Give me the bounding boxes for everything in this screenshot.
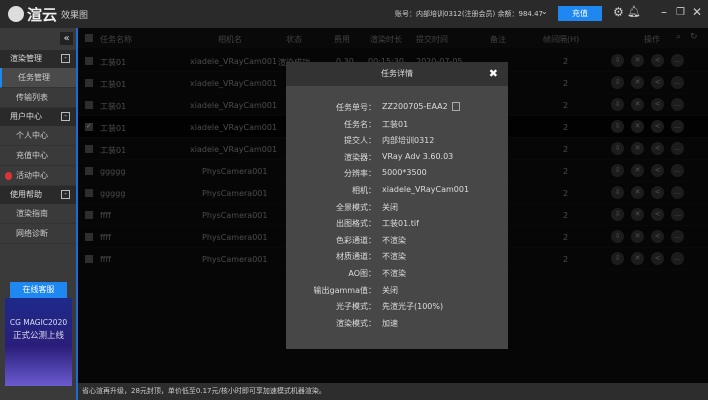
sidebar-item-label: 活动中心 [16,171,48,180]
group-label: 渲染管理 [10,54,42,63]
notice-bar: 省心渲再升级，28元封顶，单价低至0.17元/核小时即可享加速模式机器渲染。 [78,383,708,400]
field-label: 输出gamma值： [313,285,376,295]
promo-banner[interactable]: CG MAGIC2020 正式公测上线 [5,298,72,386]
bell-icon[interactable]: 🔔︎ [627,5,641,18]
sidebar-item-label: 传输列表 [16,93,48,102]
field-value: 关闭 [382,202,398,212]
logo: 渲云 效果图 [8,4,88,25]
group-label: 用户中心 [10,112,42,121]
field-label: 相机： [352,186,376,195]
field-value: 不渲染 [382,235,406,245]
field-label: 分辨率： [344,169,376,179]
brand-name: 渲云 [27,5,58,24]
sidebar-item-transfer-list[interactable]: 传输列表 [0,88,76,108]
field-value: xiadele_VRayCam001 [382,185,470,194]
field-label: 全景模式： [336,202,376,212]
title-bar: 渲云 效果图 账号：内部培训0312(注册会员) 余额：984.47 ⌄ 充值 … [0,0,708,28]
field-label: 出图格式： [336,219,376,229]
field-label: 渲染器： [344,152,376,162]
sidebar-item-recharge-center[interactable]: 充值中心 [0,146,76,166]
task-detail-modal: 任务详情 ✖ 任务单号： ZZ200705-EAA2 任务名： 工装01 提交人： 内部培… [286,62,508,349]
field-label: 色彩通道： [336,235,376,245]
flame-icon [5,172,12,180]
modal-title: 任务详情 [381,69,413,78]
sidebar-item-personal-center[interactable]: 个人中心 [0,126,76,146]
sidebar-item-label: 任务管理 [18,73,50,82]
logo-icon [8,6,24,22]
collapse-sidebar-icon[interactable]: « [60,32,73,45]
field-value: 关闭 [382,285,398,295]
banner-line2: 正式公测上线 [12,331,64,341]
group-label: 使用帮助 [10,190,42,199]
copy-icon[interactable] [451,102,460,111]
sidebar-item-label: 个人中心 [16,131,48,140]
restore-icon[interactable]: ❐ [676,7,685,18]
field-value: 内部培训0312 [382,136,435,146]
field-value: VRay Adv 3.60.03 [382,151,454,161]
sidebar-item-label: 渲染指南 [16,209,48,218]
account-dropdown-icon[interactable]: ⌄ [541,7,548,16]
field-value: 加速 [382,318,398,328]
app-subtitle: 效果图 [61,10,89,21]
field-value: 工装01.tif [382,219,419,229]
field-label: 材质通道： [336,252,376,262]
account-info: 账号：内部培训0312(注册会员) 余额：984.47 [395,10,543,18]
field-value: 先渲光子(100%) [382,302,444,312]
collapse-group-icon[interactable]: - [61,112,70,121]
sidebar-group-render[interactable]: 渲染管理 - [0,50,76,68]
sidebar-item-task-management[interactable]: 任务管理 [0,68,76,88]
sidebar-item-label: 网络诊断 [16,229,48,238]
field-value: 不渲染 [382,252,406,262]
collapse-group-icon[interactable]: - [61,54,70,63]
field-value: 工装01 [382,119,409,129]
close-icon[interactable]: ✕ [692,5,702,19]
field-value: 5000*3500 [382,168,427,178]
sidebar-group-user[interactable]: 用户中心 - [0,108,76,126]
gear-icon[interactable]: ⚙ [613,5,624,19]
field-label: AO图： [348,269,376,278]
field-label: 任务名： [344,119,376,129]
field-label: 光子模式： [336,302,376,312]
field-label: 任务单号： [336,103,376,112]
field-value: ZZ200705-EAA2 [382,102,448,111]
collapse-group-icon[interactable]: - [61,190,70,199]
modal-header: 任务详情 ✖ [286,62,508,86]
banner-line1: CG MAGIC2020 [9,318,68,327]
sidebar-item-render-guide[interactable]: 渲染指南 [0,204,76,224]
minimize-icon[interactable]: – [661,5,667,19]
online-service-button[interactable]: 在线客服 [10,282,67,298]
sidebar-group-help[interactable]: 使用帮助 - [0,186,76,204]
recharge-button[interactable]: 充值 [558,6,602,21]
field-label: 提交人： [344,136,376,146]
sidebar-item-activity-center[interactable]: 活动中心 [0,166,76,186]
close-icon[interactable]: ✖ [489,62,498,86]
field-value: 不渲染 [382,269,406,278]
field-label: 渲染模式： [336,318,376,328]
sidebar-item-network-diagnosis[interactable]: 网络诊断 [0,224,76,244]
sidebar-item-label: 充值中心 [16,151,48,160]
